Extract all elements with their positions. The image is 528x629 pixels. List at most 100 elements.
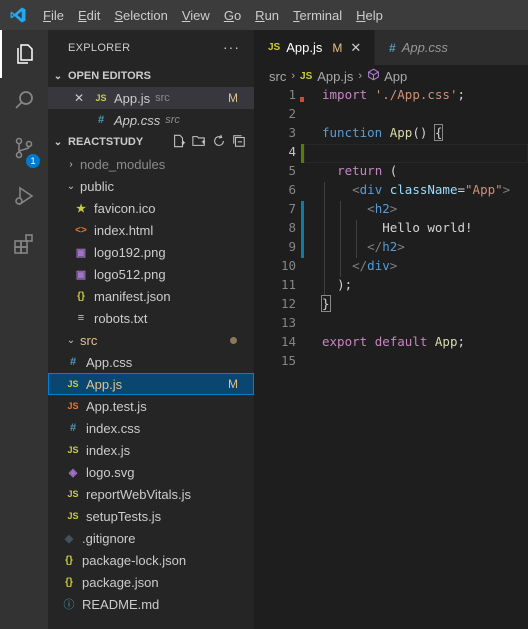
code-line-1: import './App.css'; bbox=[322, 87, 466, 102]
file-index-js[interactable]: JS index.js bbox=[48, 439, 254, 461]
chevron-down-icon: ⌄ bbox=[66, 334, 76, 346]
files-icon bbox=[13, 40, 37, 68]
file-manifest[interactable]: {} manifest.json bbox=[48, 285, 254, 307]
code-line-10: </div> bbox=[352, 258, 398, 273]
line-number: 14 bbox=[280, 334, 296, 349]
tab-app-js[interactable]: JS App.js M ✕ bbox=[254, 30, 374, 65]
javascript-file-icon: JS bbox=[67, 379, 79, 389]
refresh-icon[interactable] bbox=[212, 134, 226, 151]
close-tab-icon[interactable]: ✕ bbox=[350, 40, 361, 56]
line-number: 2 bbox=[288, 106, 296, 121]
folder-src[interactable]: ⌄ src bbox=[48, 329, 254, 351]
breadcrumb-folder[interactable]: src bbox=[269, 69, 286, 84]
symbol-class-icon bbox=[367, 68, 380, 84]
code-line-12: } bbox=[321, 295, 331, 312]
line-number: 9 bbox=[288, 239, 296, 254]
menu-go[interactable]: Go bbox=[217, 8, 248, 23]
run-debug-activity-button[interactable] bbox=[0, 174, 48, 222]
code-line-5: return ( bbox=[337, 163, 398, 178]
file-setup-tests[interactable]: JS setupTests.js bbox=[48, 505, 254, 527]
json-file-icon: {} bbox=[65, 554, 73, 566]
test-file-icon: JS bbox=[67, 401, 79, 411]
extensions-icon bbox=[12, 232, 36, 260]
line-number: 10 bbox=[280, 258, 296, 273]
file-robots[interactable]: ≡ robots.txt bbox=[48, 307, 254, 329]
file-package-lock[interactable]: {} package-lock.json bbox=[48, 549, 254, 571]
search-icon bbox=[12, 88, 36, 116]
chevron-right-icon: › bbox=[69, 158, 73, 170]
folder-node-modules[interactable]: › node_modules bbox=[48, 153, 254, 175]
json-file-icon: {} bbox=[65, 576, 73, 588]
line-number: 12 bbox=[280, 296, 296, 311]
collapse-all-icon[interactable] bbox=[232, 134, 246, 151]
open-editor-app-js[interactable]: ✕ JS App.js src M bbox=[48, 87, 254, 109]
file-app-js[interactable]: JS App.js M bbox=[48, 373, 254, 395]
code-line-11: ); bbox=[337, 277, 353, 292]
search-activity-button[interactable] bbox=[0, 78, 48, 126]
line-number: 7 bbox=[288, 201, 296, 216]
code-line-9: </h2> bbox=[367, 239, 405, 254]
code-line-14: export default App; bbox=[322, 334, 466, 349]
css-file-icon: # bbox=[389, 40, 396, 55]
svg-file-icon: ◈ bbox=[68, 466, 78, 479]
javascript-file-icon: JS bbox=[67, 445, 79, 455]
file-index-html[interactable]: <> index.html bbox=[48, 219, 254, 241]
close-icon[interactable]: ✕ bbox=[74, 91, 92, 105]
modified-badge: M bbox=[228, 91, 238, 105]
menu-file[interactable]: File bbox=[36, 8, 71, 23]
file-logo512[interactable]: ▣ logo512.png bbox=[48, 263, 254, 285]
code-line-7: <h2> bbox=[367, 201, 398, 216]
info-file-icon: ⓘ bbox=[63, 599, 75, 611]
file-gitignore[interactable]: ◆ .gitignore bbox=[48, 527, 254, 549]
menu-view[interactable]: View bbox=[175, 8, 217, 23]
css-file-icon: # bbox=[69, 356, 77, 368]
file-favicon[interactable]: ★ favicon.ico bbox=[48, 197, 254, 219]
css-file-icon: # bbox=[69, 422, 77, 434]
explorer-header: EXPLORER ··· bbox=[48, 30, 254, 65]
menu-selection[interactable]: Selection bbox=[107, 8, 174, 23]
menu-help[interactable]: Help bbox=[349, 8, 390, 23]
activity-bar: 1 bbox=[0, 30, 48, 629]
star-file-icon: ★ bbox=[76, 202, 86, 215]
menu-terminal[interactable]: Terminal bbox=[286, 8, 349, 23]
project-label: REACTSTUDY bbox=[68, 136, 144, 148]
open-editor-app-css[interactable]: # App.css src bbox=[48, 109, 254, 131]
file-readme[interactable]: ⓘ README.md bbox=[48, 593, 254, 615]
line-number: 13 bbox=[280, 315, 296, 330]
tab-app-css[interactable]: # App.css bbox=[374, 30, 528, 65]
file-report-web-vitals[interactable]: JS reportWebVitals.js bbox=[48, 483, 254, 505]
file-app-test-js[interactable]: JS App.test.js bbox=[48, 395, 254, 417]
file-package-json[interactable]: {} package.json bbox=[48, 571, 254, 593]
extensions-activity-button[interactable] bbox=[0, 222, 48, 270]
folder-public[interactable]: ⌄ public bbox=[48, 175, 254, 197]
javascript-file-icon: JS bbox=[67, 489, 79, 499]
added-line-marker bbox=[301, 144, 304, 163]
current-line-highlight bbox=[304, 144, 528, 163]
file-app-css[interactable]: # App.css bbox=[48, 351, 254, 373]
new-file-icon[interactable] bbox=[172, 134, 186, 151]
explorer-activity-button[interactable] bbox=[0, 30, 48, 78]
open-editors-section[interactable]: ⌄ OPEN EDITORS bbox=[48, 65, 254, 87]
code-line-6: <div className="App"> bbox=[352, 182, 511, 197]
image-file-icon: ▣ bbox=[75, 246, 87, 259]
vscode-logo-icon bbox=[0, 6, 36, 24]
menu-run[interactable]: Run bbox=[248, 8, 286, 23]
menu-edit[interactable]: Edit bbox=[71, 8, 107, 23]
more-actions-button[interactable]: ··· bbox=[223, 39, 240, 55]
project-section[interactable]: ⌄ REACTSTUDY bbox=[48, 131, 254, 153]
new-folder-icon[interactable] bbox=[192, 134, 206, 151]
file-logo192[interactable]: ▣ logo192.png bbox=[48, 241, 254, 263]
file-logo-svg[interactable]: ◈ logo.svg bbox=[48, 461, 254, 483]
explorer-sidebar: EXPLORER ··· ⌄ OPEN EDITORS ✕ JS App.js … bbox=[48, 30, 254, 629]
file-index-css[interactable]: # index.css bbox=[48, 417, 254, 439]
source-control-activity-button[interactable]: 1 bbox=[0, 126, 48, 174]
chevron-down-icon: ⌄ bbox=[66, 180, 76, 192]
breadcrumb-file[interactable]: App.js bbox=[317, 69, 353, 84]
breadcrumb-symbol[interactable]: App bbox=[384, 69, 407, 84]
line-number: 4 bbox=[288, 144, 296, 159]
line-number: 11 bbox=[280, 277, 296, 292]
html-file-icon: <> bbox=[75, 224, 87, 236]
source-control-badge: 1 bbox=[26, 154, 40, 168]
chevron-right-icon: › bbox=[358, 70, 363, 82]
title-bar: File Edit Selection View Go Run Terminal… bbox=[0, 0, 528, 30]
